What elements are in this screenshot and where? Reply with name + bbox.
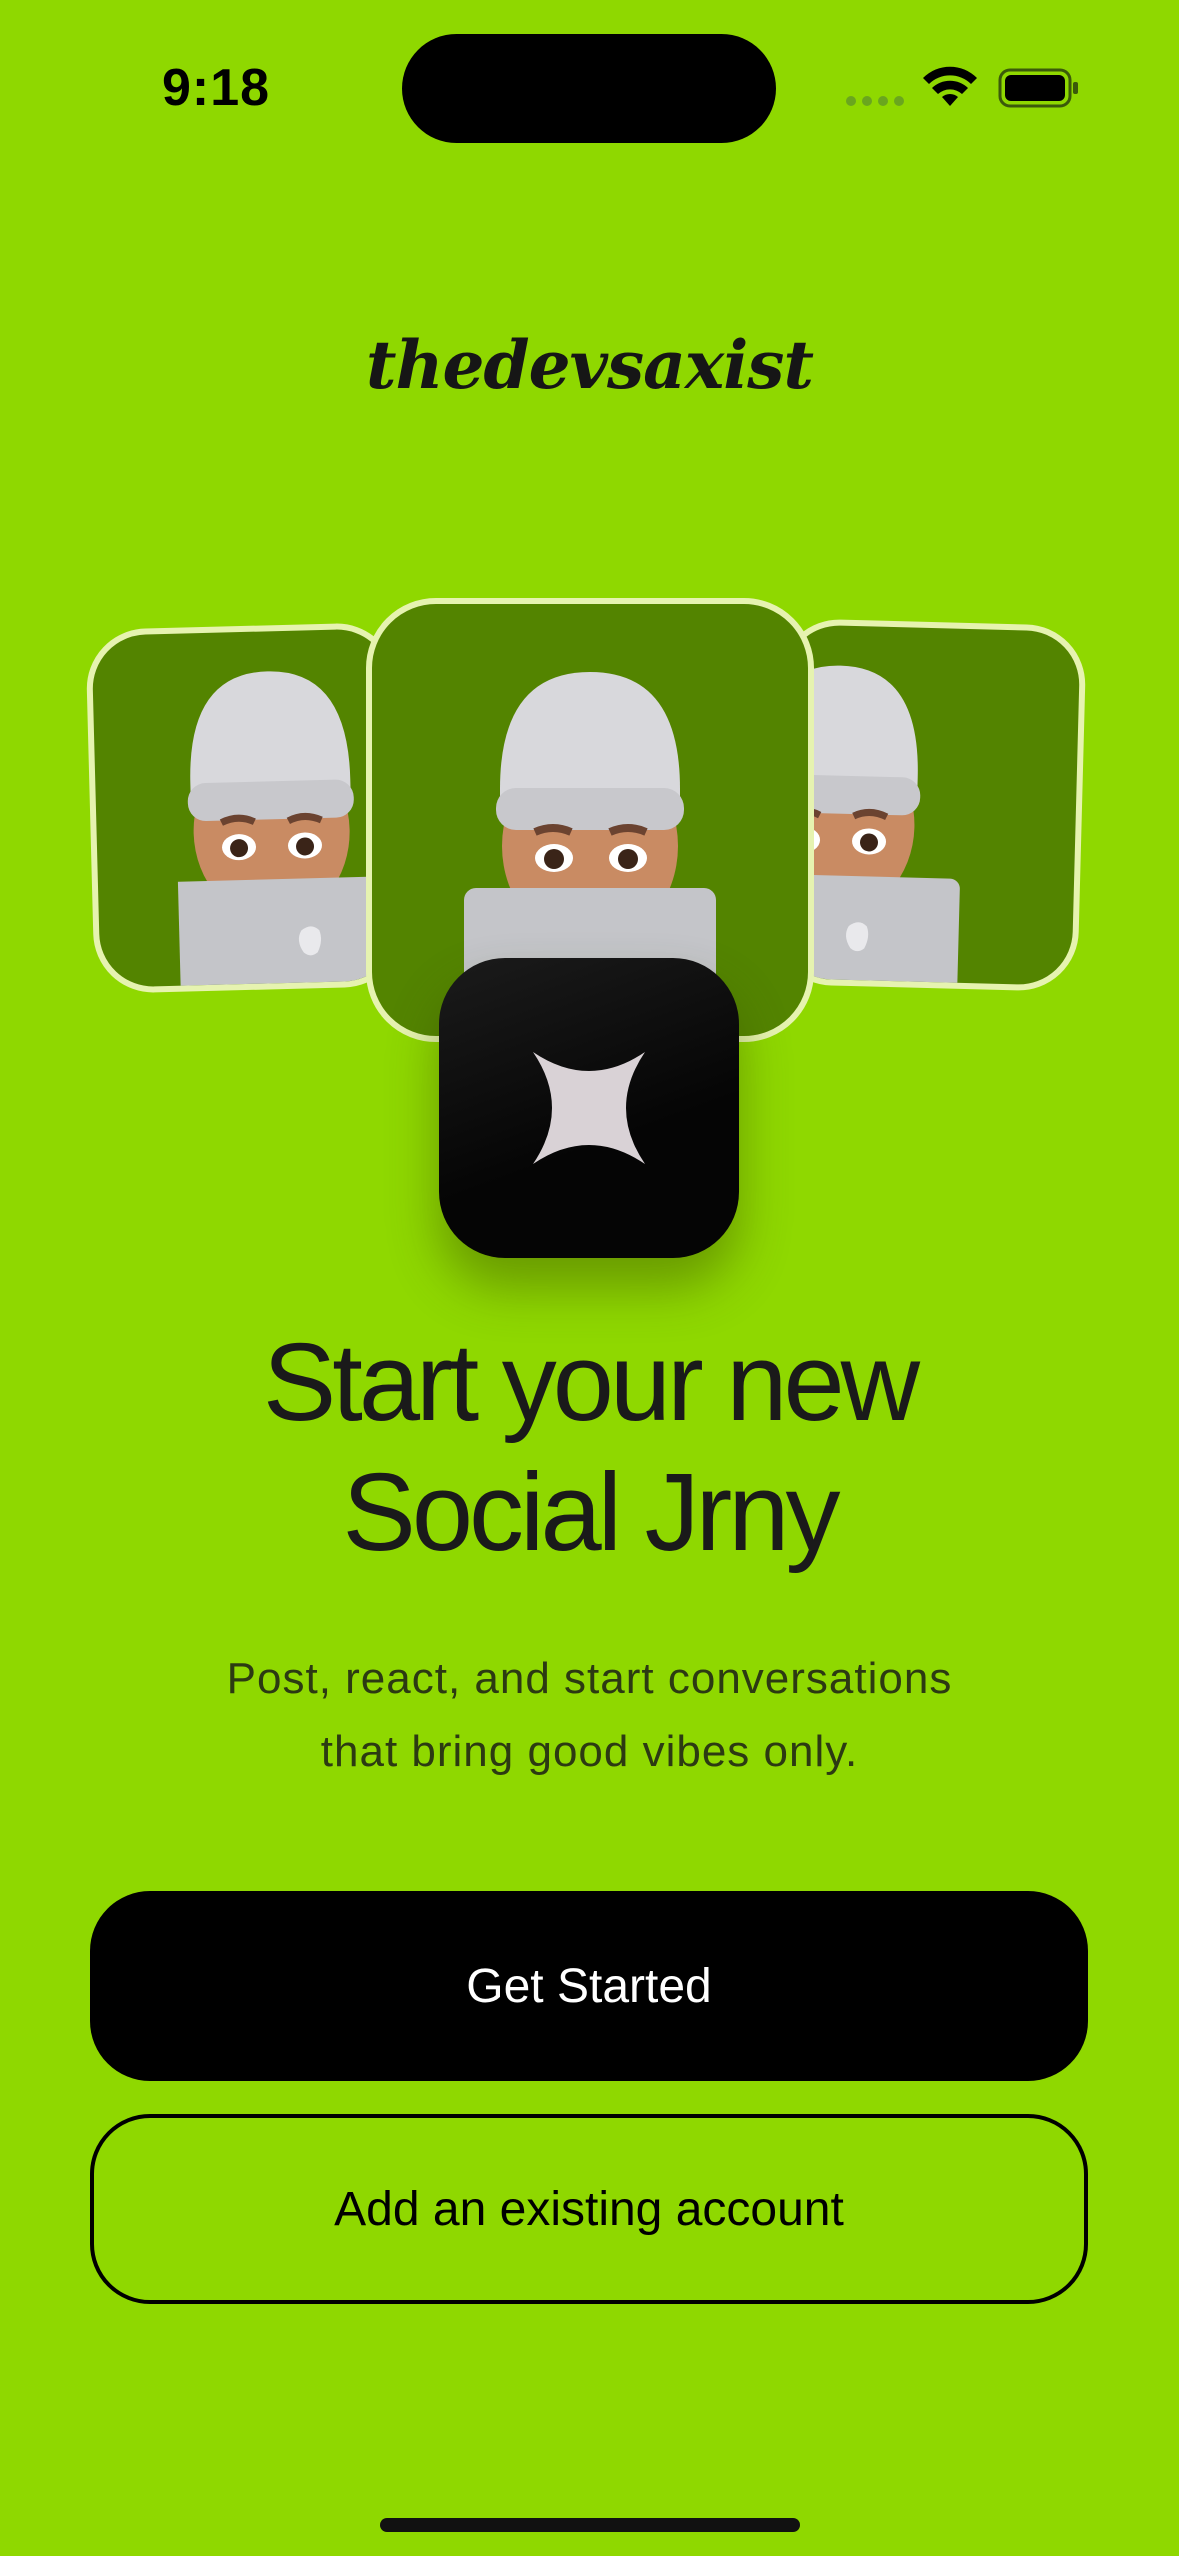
wifi-icon [923,66,977,106]
brand-logo-text: thedevsaxist [366,326,814,404]
app-icon [439,958,739,1258]
subtitle-line-2: that bring good vibes only. [320,1727,859,1776]
add-existing-account-button[interactable]: Add an existing account [90,2114,1088,2304]
page-title: Start your new Social Jrny [0,1318,1179,1578]
cellular-signal-icon [846,96,904,106]
subtitle-line-1: Post, react, and start conversations [226,1654,953,1703]
status-bar: 9:18 [0,0,1179,175]
add-existing-account-label: Add an existing account [334,2182,844,2236]
headline-line-1: Start your new [262,1321,920,1444]
home-indicator[interactable] [380,2518,800,2532]
page-subtitle: Post, react, and start conversations tha… [0,1642,1179,1788]
sparkle-star-icon [533,1052,645,1164]
battery-icon [998,68,1078,108]
dynamic-island [402,34,776,143]
get-started-button[interactable]: Get Started [90,1891,1088,2081]
avatar-card-right [771,618,1087,992]
headline-line-2: Social Jrny [342,1451,841,1574]
get-started-label: Get Started [466,1959,712,2013]
avatar-card-left [85,622,405,994]
status-time: 9:18 [162,59,271,117]
